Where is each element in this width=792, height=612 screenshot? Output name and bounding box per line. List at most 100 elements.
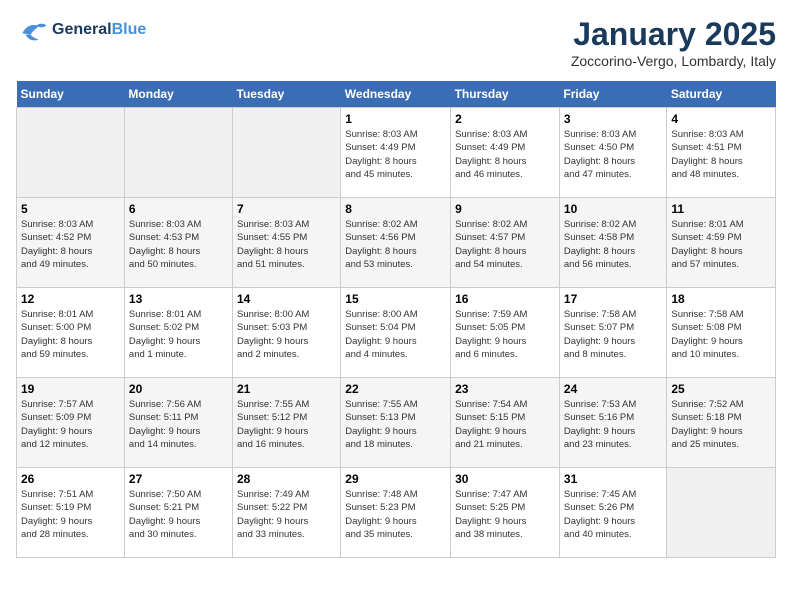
day-number: 19 xyxy=(21,382,120,396)
day-number: 10 xyxy=(564,202,662,216)
day-number: 16 xyxy=(455,292,555,306)
day-info: Sunrise: 8:02 AM Sunset: 4:58 PM Dayligh… xyxy=(564,218,662,271)
calendar-cell: 2 Sunrise: 8:03 AM Sunset: 4:49 PM Daylig… xyxy=(451,108,560,198)
calendar-cell: 8Sunrise: 8:02 AM Sunset: 4:56 PM Daylig… xyxy=(341,198,451,288)
calendar-table: SundayMondayTuesdayWednesdayThursdayFrid… xyxy=(16,81,776,558)
calendar-cell: 4 Sunrise: 8:03 AM Sunset: 4:51 PM Daylig… xyxy=(667,108,776,198)
calendar-cell: 28 Sunrise: 7:49 AM Sunset: 5:22 PM Dayli… xyxy=(233,468,341,558)
calendar-cell: 11 Sunrise: 8:01 AM Sunset: 4:59 PM Dayli… xyxy=(667,198,776,288)
day-number: 27 xyxy=(129,472,228,486)
weekday-header: Saturday xyxy=(667,81,776,108)
calendar-cell: 23Sunrise: 7:54 AM Sunset: 5:15 PM Dayli… xyxy=(451,378,560,468)
calendar-cell: 9Sunrise: 8:02 AM Sunset: 4:57 PM Daylig… xyxy=(451,198,560,288)
weekday-header-row: SundayMondayTuesdayWednesdayThursdayFrid… xyxy=(17,81,776,108)
day-number: 3 xyxy=(564,112,662,126)
day-number: 1 xyxy=(345,112,446,126)
day-number: 22 xyxy=(345,382,446,396)
day-number: 11 xyxy=(671,202,771,216)
location: Zoccorino-Vergo, Lombardy, Italy xyxy=(571,53,776,69)
calendar-cell: 7 Sunrise: 8:03 AM Sunset: 4:55 PM Daylig… xyxy=(233,198,341,288)
day-info: Sunrise: 8:02 AM Sunset: 4:56 PM Dayligh… xyxy=(345,218,446,271)
weekday-header: Friday xyxy=(559,81,666,108)
day-info: Sunrise: 7:54 AM Sunset: 5:15 PM Dayligh… xyxy=(455,398,555,451)
day-info: Sunrise: 7:59 AM Sunset: 5:05 PM Dayligh… xyxy=(455,308,555,361)
day-info: Sunrise: 7:51 AM Sunset: 5:19 PM Dayligh… xyxy=(21,488,120,541)
calendar-cell: 31 Sunrise: 7:45 AM Sunset: 5:26 PM Dayli… xyxy=(559,468,666,558)
calendar-cell: 15 Sunrise: 8:00 AM Sunset: 5:04 PM Dayli… xyxy=(341,288,451,378)
day-info: Sunrise: 8:01 AM Sunset: 4:59 PM Dayligh… xyxy=(671,218,771,271)
day-number: 13 xyxy=(129,292,228,306)
day-info: Sunrise: 8:03 AM Sunset: 4:53 PM Dayligh… xyxy=(129,218,228,271)
calendar-cell: 6 Sunrise: 8:03 AM Sunset: 4:53 PM Daylig… xyxy=(124,198,232,288)
calendar-week-row: 12 Sunrise: 8:01 AM Sunset: 5:00 PM Dayli… xyxy=(17,288,776,378)
weekday-header: Thursday xyxy=(451,81,560,108)
calendar-week-row: 26 Sunrise: 7:51 AM Sunset: 5:19 PM Dayli… xyxy=(17,468,776,558)
day-info: Sunrise: 8:03 AM Sunset: 4:55 PM Dayligh… xyxy=(237,218,336,271)
day-info: Sunrise: 7:53 AM Sunset: 5:16 PM Dayligh… xyxy=(564,398,662,451)
day-info: Sunrise: 7:52 AM Sunset: 5:18 PM Dayligh… xyxy=(671,398,771,451)
day-number: 2 xyxy=(455,112,555,126)
day-info: Sunrise: 8:03 AM Sunset: 4:49 PM Dayligh… xyxy=(345,128,446,181)
day-number: 6 xyxy=(129,202,228,216)
calendar-cell: 1 Sunrise: 8:03 AM Sunset: 4:49 PM Daylig… xyxy=(341,108,451,198)
day-info: Sunrise: 7:47 AM Sunset: 5:25 PM Dayligh… xyxy=(455,488,555,541)
day-info: Sunrise: 8:03 AM Sunset: 4:51 PM Dayligh… xyxy=(671,128,771,181)
weekday-header: Monday xyxy=(124,81,232,108)
calendar-cell: 26 Sunrise: 7:51 AM Sunset: 5:19 PM Dayli… xyxy=(17,468,125,558)
page-header: GeneralBlue January 2025 Zoccorino-Vergo… xyxy=(16,16,776,69)
calendar-cell: 17Sunrise: 7:58 AM Sunset: 5:07 PM Dayli… xyxy=(559,288,666,378)
day-number: 21 xyxy=(237,382,336,396)
calendar-cell: 16 Sunrise: 7:59 AM Sunset: 5:05 PM Dayli… xyxy=(451,288,560,378)
calendar-cell: 30 Sunrise: 7:47 AM Sunset: 5:25 PM Dayli… xyxy=(451,468,560,558)
day-info: Sunrise: 8:02 AM Sunset: 4:57 PM Dayligh… xyxy=(455,218,555,271)
calendar-cell: 20Sunrise: 7:56 AM Sunset: 5:11 PM Dayli… xyxy=(124,378,232,468)
day-number: 24 xyxy=(564,382,662,396)
calendar-cell: 18 Sunrise: 7:58 AM Sunset: 5:08 PM Dayli… xyxy=(667,288,776,378)
calendar-week-row: 1 Sunrise: 8:03 AM Sunset: 4:49 PM Daylig… xyxy=(17,108,776,198)
day-number: 17 xyxy=(564,292,662,306)
calendar-cell: 10 Sunrise: 8:02 AM Sunset: 4:58 PM Dayli… xyxy=(559,198,666,288)
calendar-cell: 24 Sunrise: 7:53 AM Sunset: 5:16 PM Dayli… xyxy=(559,378,666,468)
day-info: Sunrise: 8:03 AM Sunset: 4:49 PM Dayligh… xyxy=(455,128,555,181)
day-number: 31 xyxy=(564,472,662,486)
day-number: 29 xyxy=(345,472,446,486)
day-number: 7 xyxy=(237,202,336,216)
calendar-cell: 13Sunrise: 8:01 AM Sunset: 5:02 PM Dayli… xyxy=(124,288,232,378)
day-number: 4 xyxy=(671,112,771,126)
calendar-cell: 3Sunrise: 8:03 AM Sunset: 4:50 PM Daylig… xyxy=(559,108,666,198)
day-info: Sunrise: 8:01 AM Sunset: 5:00 PM Dayligh… xyxy=(21,308,120,361)
day-number: 30 xyxy=(455,472,555,486)
day-info: Sunrise: 8:03 AM Sunset: 4:52 PM Dayligh… xyxy=(21,218,120,271)
calendar-cell xyxy=(233,108,341,198)
calendar-cell: 29 Sunrise: 7:48 AM Sunset: 5:23 PM Dayli… xyxy=(341,468,451,558)
day-info: Sunrise: 7:56 AM Sunset: 5:11 PM Dayligh… xyxy=(129,398,228,451)
calendar-cell: 21Sunrise: 7:55 AM Sunset: 5:12 PM Dayli… xyxy=(233,378,341,468)
day-number: 5 xyxy=(21,202,120,216)
calendar-cell xyxy=(667,468,776,558)
day-info: Sunrise: 8:00 AM Sunset: 5:03 PM Dayligh… xyxy=(237,308,336,361)
day-number: 18 xyxy=(671,292,771,306)
calendar-week-row: 5 Sunrise: 8:03 AM Sunset: 4:52 PM Daylig… xyxy=(17,198,776,288)
calendar-cell: 25Sunrise: 7:52 AM Sunset: 5:18 PM Dayli… xyxy=(667,378,776,468)
weekday-header: Wednesday xyxy=(341,81,451,108)
calendar-cell: 19 Sunrise: 7:57 AM Sunset: 5:09 PM Dayli… xyxy=(17,378,125,468)
day-info: Sunrise: 7:58 AM Sunset: 5:08 PM Dayligh… xyxy=(671,308,771,361)
day-info: Sunrise: 7:50 AM Sunset: 5:21 PM Dayligh… xyxy=(129,488,228,541)
logo: GeneralBlue xyxy=(16,16,146,44)
logo-icon xyxy=(16,16,48,44)
day-info: Sunrise: 7:48 AM Sunset: 5:23 PM Dayligh… xyxy=(345,488,446,541)
day-info: Sunrise: 7:57 AM Sunset: 5:09 PM Dayligh… xyxy=(21,398,120,451)
calendar-cell: 14Sunrise: 8:00 AM Sunset: 5:03 PM Dayli… xyxy=(233,288,341,378)
day-info: Sunrise: 7:49 AM Sunset: 5:22 PM Dayligh… xyxy=(237,488,336,541)
day-number: 28 xyxy=(237,472,336,486)
day-info: Sunrise: 8:00 AM Sunset: 5:04 PM Dayligh… xyxy=(345,308,446,361)
day-number: 15 xyxy=(345,292,446,306)
calendar-cell xyxy=(124,108,232,198)
day-info: Sunrise: 7:45 AM Sunset: 5:26 PM Dayligh… xyxy=(564,488,662,541)
day-number: 26 xyxy=(21,472,120,486)
day-number: 12 xyxy=(21,292,120,306)
title-area: January 2025 Zoccorino-Vergo, Lombardy, … xyxy=(571,16,776,69)
month-title: January 2025 xyxy=(571,16,776,53)
calendar-week-row: 19 Sunrise: 7:57 AM Sunset: 5:09 PM Dayli… xyxy=(17,378,776,468)
calendar-cell: 22Sunrise: 7:55 AM Sunset: 5:13 PM Dayli… xyxy=(341,378,451,468)
